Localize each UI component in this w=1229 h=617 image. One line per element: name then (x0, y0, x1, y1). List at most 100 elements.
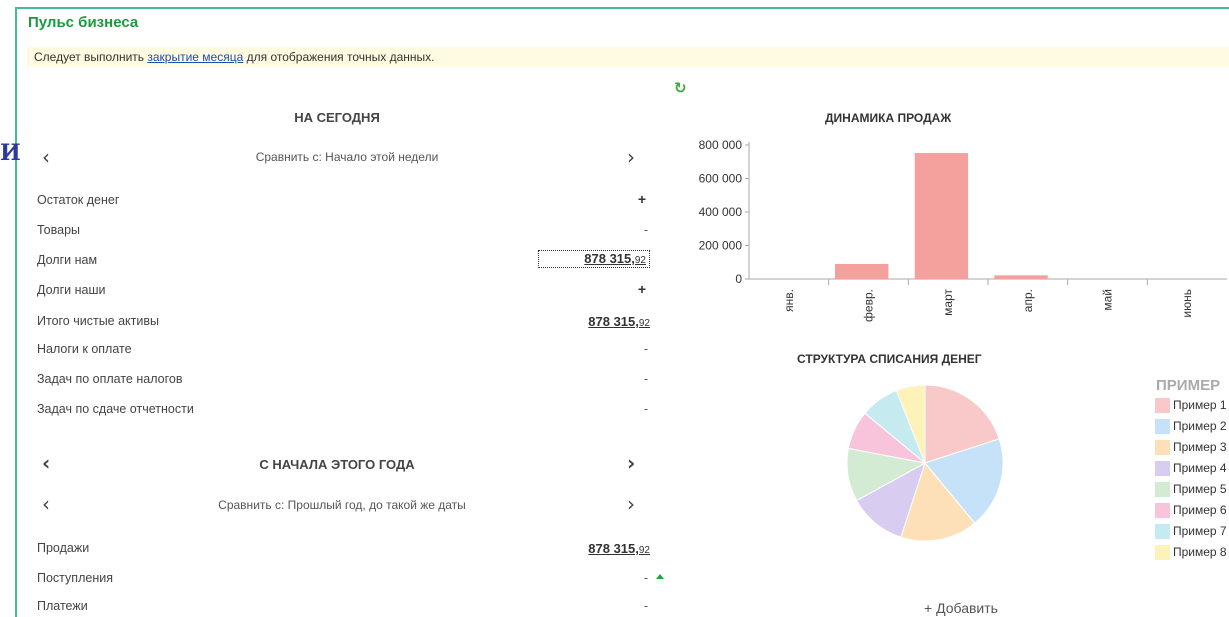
x-tick-label: янв. (782, 289, 796, 312)
today-row-reporting-tasks: Задач по сдаче отчетности - (37, 402, 650, 422)
y-tick-label: 800 000 (699, 138, 743, 152)
today-row-taxes: Налоги к оплате - (37, 342, 650, 362)
page-title: Пульс бизнеса (28, 14, 139, 31)
row-label: Поступления (37, 571, 113, 585)
y-tick-label: 400 000 (699, 205, 743, 219)
year-compare-label: Сравнить с: Прошлый год, до такой же дат… (218, 498, 466, 512)
year-period-next-icon[interactable]: › (627, 453, 635, 473)
today-row-receivables: Долги нам 878 315,92 (37, 250, 650, 273)
y-tick-label: 0 (735, 272, 742, 286)
legend-swatch (1155, 419, 1170, 434)
row-value: - (643, 372, 648, 386)
legend-item: Пример 5 (1155, 482, 1227, 503)
trend-up-icon (656, 574, 664, 579)
legend-label: Пример 5 (1173, 482, 1227, 496)
year-period-prev-icon[interactable]: ‹ (42, 453, 50, 473)
today-compare-label: Сравнить с: Начало этой недели (255, 150, 439, 164)
receivables-amount-link[interactable]: 878 315,92 (538, 250, 650, 268)
y-tick-label: 600 000 (699, 172, 743, 186)
legend-label: Пример 8 (1173, 545, 1227, 559)
pie-legend: ПРИМЕР Пример 1 Пример 2 Пример 3 Пример 4 П… (1155, 377, 1227, 566)
legend-item: Пример 8 (1155, 545, 1227, 566)
legend-swatch (1155, 482, 1170, 497)
month-close-link[interactable]: закрытие месяца (147, 50, 243, 64)
legend-swatch (1155, 461, 1170, 476)
year-row-receipts: Поступления - (37, 571, 650, 591)
x-tick-label: апр. (1021, 289, 1035, 312)
row-label: Продажи (37, 541, 90, 555)
x-tick-label: март (941, 289, 955, 316)
x-tick-label: май (1101, 289, 1115, 311)
add-widget-button[interactable]: + Добавить (924, 600, 998, 616)
today-row-goods: Товары - (37, 223, 650, 243)
amount-cents: 92 (638, 545, 650, 556)
notice-text-after: для отображения точных данных. (243, 50, 435, 64)
amount-main: 878 315, (588, 314, 639, 329)
amount-cents: 92 (638, 318, 650, 329)
amount-main: 878 315, (588, 541, 639, 556)
legend-label: Пример 6 (1173, 503, 1227, 517)
notice-text-before: Следует выполнить (34, 50, 148, 64)
expand-plus-icon[interactable]: + (638, 281, 646, 297)
year-compare-prev-icon[interactable]: ‹ (42, 494, 50, 514)
amount-cents: 92 (634, 255, 646, 266)
notice-bar: Следует выполнить закрытие месяца для от… (27, 47, 1229, 67)
row-value: - (643, 571, 648, 585)
side-mark: И (0, 140, 21, 166)
bar-4 (994, 275, 1048, 279)
row-value: - (643, 223, 648, 237)
row-label: Итого чистые активы (37, 314, 160, 328)
row-label: Задач по оплате налогов (37, 372, 183, 386)
y-tick-label: 200 000 (699, 239, 743, 253)
legend-item: Пример 2 (1155, 419, 1227, 440)
year-compare-next-icon[interactable]: › (627, 494, 635, 514)
x-tick-label: февр. (862, 289, 876, 322)
legend-swatch (1155, 545, 1170, 560)
row-value: - (643, 402, 648, 416)
year-row-sales: Продажи 878 315,92 (37, 541, 650, 561)
today-row-net-assets: Итого чистые активы 878 315,92 (37, 314, 650, 334)
legend-swatch (1155, 503, 1170, 518)
sales-chart-title: ДИНАМИКА ПРОДАЖ (825, 111, 952, 125)
x-tick-label: июнь (1180, 289, 1194, 318)
legend-label: Пример 1 (1173, 398, 1227, 412)
legend-label: Пример 2 (1173, 419, 1227, 433)
row-label: Задач по сдаче отчетности (37, 402, 194, 416)
today-row-payables: Долги наши + (37, 281, 650, 303)
net-assets-amount-link[interactable]: 878 315,92 (588, 314, 650, 329)
row-label: Платежи (37, 599, 88, 613)
legend-item: Пример 7 (1155, 524, 1227, 545)
today-row-cash: Остаток денег + (37, 191, 650, 213)
amount-main: 878 315, (584, 251, 635, 266)
row-label: Долги нам (37, 253, 98, 267)
today-row-tax-payment-tasks: Задач по оплате налогов - (37, 372, 650, 392)
sales-amount-link[interactable]: 878 315,92 (588, 541, 650, 556)
legend-title: ПРИМЕР (1156, 377, 1221, 394)
expense-pie-chart (846, 384, 1004, 542)
legend-item: Пример 4 (1155, 461, 1227, 482)
year-heading: С НАЧАЛА ЭТОГО ГОДА (259, 457, 415, 472)
legend-swatch (1155, 440, 1170, 455)
row-label: Товары (37, 223, 80, 237)
bar-3 (914, 153, 969, 279)
bar-2 (835, 263, 889, 279)
today-compare-next-icon[interactable]: › (627, 147, 635, 167)
legend-label: Пример 4 (1173, 461, 1227, 475)
legend-label: Пример 7 (1173, 524, 1227, 538)
row-value: - (643, 599, 648, 613)
today-heading: НА СЕГОДНЯ (294, 110, 380, 125)
row-label: Остаток денег (37, 193, 120, 207)
legend-swatch (1155, 398, 1170, 413)
legend-label: Пример 3 (1173, 440, 1227, 454)
legend-item: Пример 1 (1155, 398, 1227, 419)
expand-plus-icon[interactable]: + (638, 191, 646, 207)
today-compare-prev-icon[interactable]: ‹ (42, 147, 50, 167)
legend-item: Пример 3 (1155, 440, 1227, 461)
legend-swatch (1155, 524, 1170, 539)
sales-bar-chart: 0 200 000 400 000 600 000 800 000 янв. февр. ма… (699, 138, 1227, 322)
legend-item: Пример 6 (1155, 503, 1227, 524)
pie-chart-title: СТРУКТУРА СПИСАНИЯ ДЕНЕГ (797, 352, 982, 366)
refresh-icon[interactable]: ↻ (674, 79, 687, 97)
year-row-payments: Платежи - (37, 599, 650, 617)
row-label: Долги наши (37, 283, 106, 297)
